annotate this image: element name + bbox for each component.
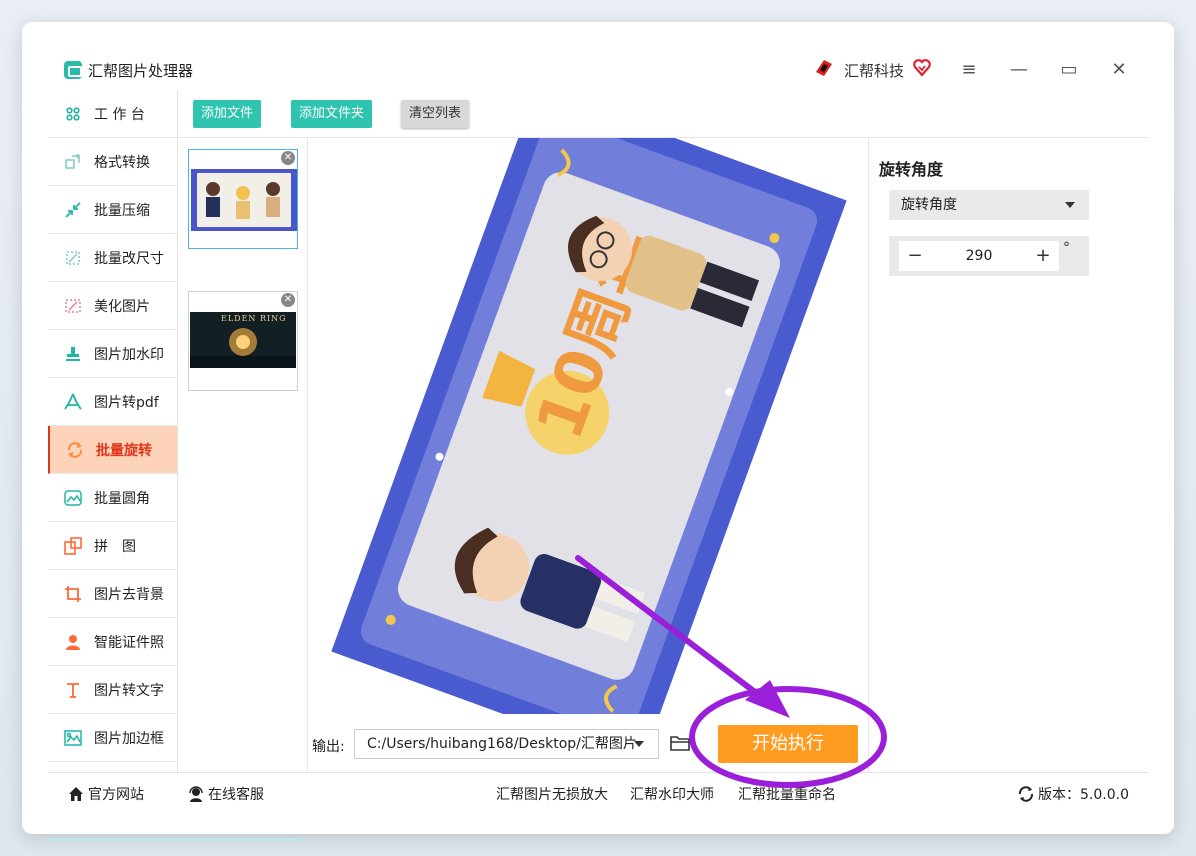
sidebar-item-watermark[interactable]: 图片加水印 — [48, 330, 177, 378]
sidebar-item-label: 批量圆角 — [94, 490, 150, 507]
start-button[interactable]: 开始执行 — [718, 725, 858, 763]
puzzle-icon — [64, 536, 82, 555]
clear-list-button[interactable]: 清空列表 — [401, 100, 470, 128]
home-icon — [69, 787, 83, 801]
image-preview: 10周年 — [309, 138, 868, 714]
sidebar-item-label: 拼 图 — [94, 538, 136, 555]
sidebar-item-batch-compress[interactable]: 批量压缩 — [48, 186, 177, 234]
watermark-icon — [64, 345, 82, 363]
chevron-down-icon — [634, 741, 644, 747]
rotate-icon — [66, 441, 84, 459]
sidebar-item-remove-background[interactable]: 图片去背景 — [48, 570, 177, 618]
online-service-link[interactable]: 在线客服 — [188, 784, 264, 804]
remove-file-button[interactable]: ✕ — [281, 293, 295, 307]
official-site-link[interactable]: 官方网站 — [68, 784, 144, 804]
sidebar-item-image-to-text[interactable]: 图片转文字 — [48, 666, 177, 714]
degree-unit: ° — [1063, 240, 1070, 256]
app-title: 汇帮图片处理器 — [88, 62, 194, 80]
menu-button[interactable]: ≡ — [954, 56, 984, 84]
grid-icon — [64, 105, 82, 123]
sidebar-item-label: 工 作 台 — [94, 106, 145, 123]
pdf-icon — [64, 393, 82, 411]
watermark-master-link[interactable]: 汇帮水印大师 — [630, 784, 714, 804]
sidebar-item-format-convert[interactable]: 格式转换 — [48, 138, 177, 186]
output-path-value: C:/Users/huibang168/Desktop/汇帮图片 — [367, 736, 637, 752]
version-info[interactable]: 版本：5.0.0.0 — [1018, 784, 1129, 804]
add-folder-button[interactable]: 添加文件夹 — [291, 100, 373, 128]
sidebar-item-label: 智能证件照 — [94, 634, 164, 651]
batch-rename-link[interactable]: 汇帮批量重命名 — [738, 784, 836, 804]
sidebar-item-batch-rotate[interactable]: 批量旋转 — [48, 426, 177, 474]
increment-button[interactable]: + — [1029, 241, 1057, 271]
official-site-label: 官方网站 — [88, 787, 144, 803]
maximize-button[interactable]: ▭ — [1054, 56, 1084, 84]
sidebar-item-batch-resize[interactable]: 批量改尺寸 — [48, 234, 177, 282]
sidebar-item-label: 美化图片 — [94, 298, 150, 315]
refresh-icon — [1018, 786, 1034, 802]
thumbnail-image — [191, 169, 297, 231]
bottom-accent-line — [48, 838, 303, 841]
convert-icon — [64, 153, 82, 171]
output-path-select[interactable]: C:/Users/huibang168/Desktop/汇帮图片 — [354, 729, 659, 759]
version-label: 版本：5.0.0.0 — [1038, 787, 1129, 803]
rotation-mode-select[interactable]: 旋转角度 — [889, 190, 1089, 220]
sidebar-item-workbench[interactable]: 工 作 台 — [48, 90, 177, 138]
sidebar-item-label: 批量改尺寸 — [94, 250, 164, 267]
sidebar-item-rounded-corner[interactable]: 批量圆角 — [48, 474, 177, 522]
beautify-icon — [64, 297, 82, 315]
sidebar-item-add-frame[interactable]: 图片加边框 — [48, 714, 177, 762]
online-service-label: 在线客服 — [208, 787, 264, 803]
crop-icon — [64, 585, 82, 603]
sidebar-item-id-photo[interactable]: 智能证件照 — [48, 618, 177, 666]
toolbar: 添加文件 添加文件夹 清空列表 — [179, 90, 1149, 138]
brand-name[interactable]: 汇帮科技 — [844, 60, 904, 81]
frame-icon — [64, 729, 82, 747]
panel-title: 旋转角度 — [879, 160, 944, 179]
file-thumbnail[interactable]: ✕ — [188, 149, 298, 249]
add-file-button[interactable]: 添加文件 — [193, 100, 262, 128]
sidebar-item-label: 图片去背景 — [94, 586, 164, 603]
close-button[interactable]: ✕ — [1104, 56, 1134, 84]
sidebar-item-label: 批量旋转 — [96, 442, 152, 459]
heart-icon[interactable] — [912, 58, 932, 78]
title-bar: 汇帮图片处理器 汇帮科技 ≡ — ▭ ✕ — [22, 50, 1174, 90]
sidebar-item-label: 图片加边框 — [94, 730, 164, 747]
compress-icon — [64, 201, 82, 219]
minimize-button[interactable]: — — [1004, 56, 1034, 84]
text-icon — [64, 681, 82, 699]
rotation-mode-value: 旋转角度 — [901, 197, 957, 213]
output-label: 输出: — [312, 739, 345, 755]
status-bar: 官方网站 在线客服 汇帮图片无损放大 汇帮水印大师 汇帮批量重命名 版本：5.0… — [48, 772, 1149, 812]
angle-stepper-container: − 290 + ° — [889, 236, 1089, 276]
file-list: ✕ ELDEN RING ✕ — [179, 138, 308, 772]
app-window: 汇帮图片处理器 汇帮科技 ≡ — ▭ ✕ 工 作 台 格式转换 批量压缩 批量改… — [22, 22, 1174, 834]
angle-value[interactable]: 290 — [929, 241, 1029, 271]
rounded-corner-icon — [64, 489, 82, 507]
sidebar-item-label: 图片加水印 — [94, 346, 164, 363]
thumbnail-caption: ELDEN RING — [221, 314, 287, 323]
angle-stepper[interactable]: − 290 + — [899, 241, 1059, 271]
rotation-settings-panel: 旋转角度 旋转角度 − 290 + ° — [868, 138, 1149, 772]
chevron-down-icon — [1065, 202, 1075, 208]
sidebar-item-label: 批量压缩 — [94, 202, 150, 219]
remove-file-button[interactable]: ✕ — [281, 151, 295, 165]
sidebar-item-to-pdf[interactable]: 图片转pdf — [48, 378, 177, 426]
sidebar-item-label: 格式转换 — [94, 154, 150, 171]
folder-icon[interactable] — [670, 734, 690, 752]
sidebar: 工 作 台 格式转换 批量压缩 批量改尺寸 美化图片 图片加水印 图片转pdf … — [48, 90, 178, 772]
sidebar-item-beautify[interactable]: 美化图片 — [48, 282, 177, 330]
resize-icon — [64, 249, 82, 267]
customer-service-icon — [189, 786, 203, 802]
app-logo-icon — [64, 61, 82, 79]
lossless-upscale-link[interactable]: 汇帮图片无损放大 — [496, 784, 608, 804]
sidebar-item-label: 图片转pdf — [94, 394, 159, 411]
person-icon — [64, 633, 82, 651]
file-thumbnail[interactable]: ELDEN RING ✕ — [188, 291, 298, 391]
sidebar-item-puzzle[interactable]: 拼 图 — [48, 522, 177, 570]
rotated-preview-image: 10周年 — [331, 138, 847, 714]
decrement-button[interactable]: − — [901, 241, 929, 271]
sidebar-item-label: 图片转文字 — [94, 682, 164, 699]
brand-logo-icon — [816, 60, 832, 76]
